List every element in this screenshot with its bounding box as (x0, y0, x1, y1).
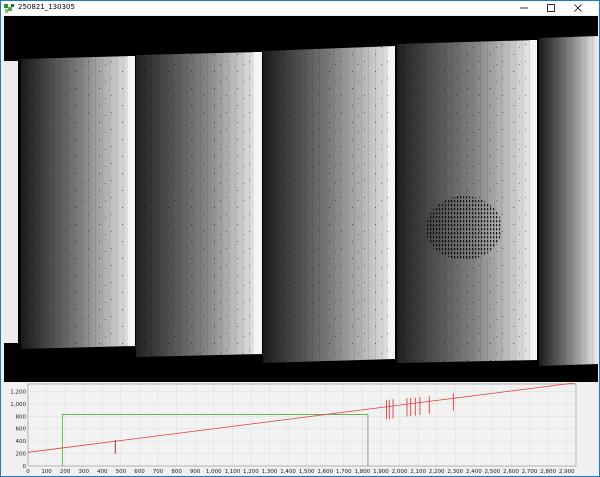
y-tick-label: 200 (16, 452, 27, 458)
image-viewport[interactable] (4, 16, 598, 382)
x-tick-label: 1,500 (299, 469, 315, 475)
x-tick-label: 400 (97, 469, 108, 475)
app-logo-icon (4, 4, 14, 13)
y-tick-label: 400 (16, 439, 27, 445)
x-tick-label: 500 (116, 469, 127, 475)
y-tick-label: 600 (16, 427, 27, 433)
x-tick-label: 2,000 (392, 469, 408, 475)
window-title: 250821_130305 (18, 3, 75, 11)
maximize-button[interactable] (539, 1, 563, 15)
x-tick-label: 2,300 (447, 469, 463, 475)
x-tick-label: 1,000 (206, 469, 222, 475)
x-tick-label: 2,100 (410, 469, 426, 475)
x-tick-label: 1,100 (224, 469, 240, 475)
x-tick-label: 200 (60, 469, 71, 475)
x-tick-label: 1,800 (354, 469, 370, 475)
x-tick-label: 2,800 (540, 469, 556, 475)
x-tick-label: 100 (41, 469, 52, 475)
x-tick-label: 1,200 (243, 469, 259, 475)
histogram-panel[interactable]: 0 200 400 600 800 1,000 1,200 0 100 200 300 400 500… (4, 383, 598, 476)
x-tick-label: 800 (171, 469, 182, 475)
x-tick-label: 700 (153, 469, 164, 475)
x-tick-label: 1,700 (336, 469, 352, 475)
x-tick-label: 2,500 (485, 469, 501, 475)
app-window: 250821_130305 0 200 400 600 800 1,000 1,… (0, 0, 600, 477)
x-tick-label: 1,300 (262, 469, 278, 475)
minimize-icon (520, 7, 528, 9)
x-tick-label: 2,400 (466, 469, 482, 475)
title-bar[interactable]: 250821_130305 (1, 1, 599, 15)
x-axis-labels: 0 100 200 300 400 500 600 700 800 900 1,000 1,100 1,… (26, 469, 575, 475)
x-tick-label: 300 (78, 469, 89, 475)
y-tick-label: 800 (16, 414, 27, 420)
x-tick-label: 1,600 (317, 469, 333, 475)
grayscale-stripe-image (4, 16, 598, 382)
close-button[interactable] (566, 1, 590, 15)
x-tick-label: 900 (190, 469, 201, 475)
x-tick-label: 2,200 (429, 469, 445, 475)
y-axis-labels: 02004006008001,0001,200 (10, 389, 26, 470)
maximize-icon (547, 4, 555, 12)
x-tick-label: 2,900 (559, 469, 575, 475)
minimize-button[interactable] (512, 1, 536, 15)
x-tick-label: 2,700 (522, 469, 538, 475)
x-tick-label: 2,600 (503, 469, 519, 475)
x-tick-label: 0 (26, 469, 30, 475)
x-tick-label: 600 (134, 469, 145, 475)
y-tick-label: 1,000 (10, 402, 26, 408)
x-tick-label: 1,900 (373, 469, 389, 475)
y-tick-label: 1,200 (10, 389, 26, 395)
x-tick-label: 1,400 (280, 469, 296, 475)
close-icon (574, 4, 582, 12)
histogram-chart: 02004006008001,0001,200 0 100 200 300 400 500… (10, 383, 577, 475)
